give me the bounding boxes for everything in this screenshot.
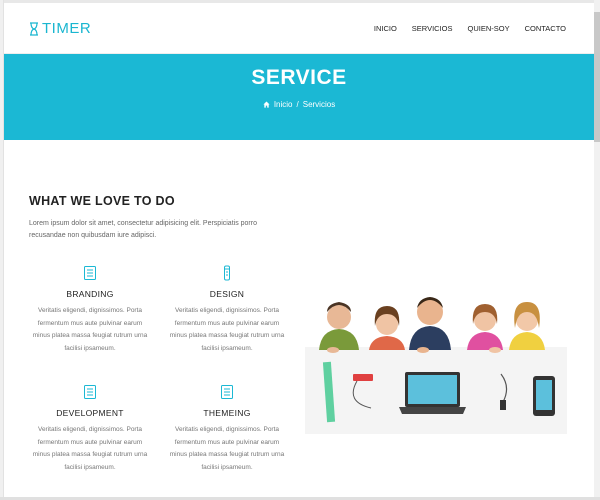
nav-menu: INICIO SERVICIOS QUIEN-SOY CONTACTO — [374, 24, 566, 33]
breadcrumb-separator: / — [296, 100, 299, 109]
feature-text: Veritatis eligendi, dignissimos. Porta f… — [169, 307, 285, 352]
section-title: WHAT WE LOVE TO DO — [29, 194, 175, 208]
feature-design: DESIGN Veritatis eligendi, dignissimos. … — [168, 265, 286, 355]
nav-contacto[interactable]: CONTACTO — [525, 24, 566, 33]
scrollbar-thumb[interactable] — [594, 12, 600, 142]
feature-text: Veritatis eligendi, dignissimos. Porta f… — [169, 426, 285, 471]
document-icon — [84, 266, 96, 280]
tube-icon — [224, 265, 230, 281]
feature-title: BRANDING — [66, 289, 114, 299]
home-icon — [263, 101, 270, 108]
nav-inicio[interactable]: INICIO — [374, 24, 397, 33]
feature-development: DEVELOPMENT Veritatis eligendi, dignissi… — [31, 384, 149, 474]
document-icon — [221, 385, 233, 399]
feature-text: Veritatis eligendi, dignissimos. Porta f… — [32, 426, 148, 471]
feature-themeing: THEMEING Veritatis eligendi, dignissimos… — [168, 384, 286, 474]
breadcrumb: Inicio / Servicios — [4, 100, 594, 109]
logo[interactable]: TIMER — [29, 20, 91, 37]
feature-title: DEVELOPMENT — [56, 408, 124, 418]
scrollbar[interactable] — [594, 0, 600, 500]
feature-branding: BRANDING Veritatis eligendi, dignissimos… — [31, 265, 149, 355]
navbar: TIMER INICIO SERVICIOS QUIEN-SOY CONTACT… — [4, 3, 594, 54]
section-description: Lorem ipsum dolor sit amet, consectetur … — [29, 220, 257, 239]
feature-title: THEMEING — [203, 408, 251, 418]
breadcrumb-home[interactable]: Inicio — [274, 100, 293, 109]
document-icon — [84, 385, 96, 399]
breadcrumb-current: Servicios — [302, 100, 336, 109]
hourglass-icon — [30, 21, 38, 36]
nav-quien-soy[interactable]: QUIEN-SOY — [468, 24, 510, 33]
feature-text: Veritatis eligendi, dignissimos. Porta f… — [32, 307, 148, 352]
logo-text: TIMER — [42, 20, 92, 37]
hero-illustration — [305, 297, 567, 434]
page-banner: SERVICE Inicio / Servicios — [4, 54, 594, 140]
feature-title: DESIGN — [209, 289, 245, 299]
page-title: SERVICE — [251, 66, 347, 89]
nav-servicios[interactable]: SERVICIOS — [412, 24, 453, 33]
people-group — [319, 297, 545, 353]
